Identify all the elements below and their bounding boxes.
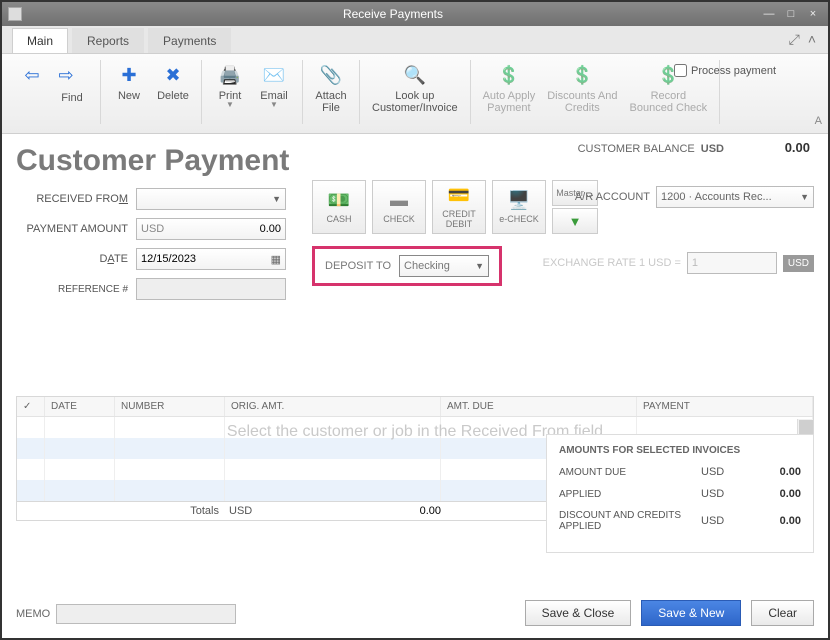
- payment-amount-field[interactable]: USD0.00: [136, 218, 286, 240]
- ar-account-label: A/R ACCOUNT: [575, 191, 650, 203]
- card-icon: 💳: [448, 185, 470, 206]
- exchange-rate-field: 1: [687, 252, 777, 274]
- new-button[interactable]: ✚New: [107, 60, 151, 104]
- pm-more[interactable]: ▼: [552, 208, 598, 234]
- pm-check[interactable]: ▬CHECK: [372, 180, 426, 234]
- collapse-ribbon-icon[interactable]: ˄: [808, 31, 816, 48]
- pm-echeck[interactable]: 🖥️e-CHECK: [492, 180, 546, 234]
- totals-label: Totals: [17, 505, 225, 517]
- calendar-icon[interactable]: ▦: [271, 253, 281, 266]
- monitor-icon: 🖥️: [508, 190, 530, 211]
- find-button[interactable]: Find: [50, 90, 94, 106]
- add-time-costs[interactable]: A: [815, 115, 822, 127]
- cash-icon: 💵: [328, 190, 350, 211]
- col-orig[interactable]: ORIG. AMT.: [225, 397, 441, 416]
- col-date[interactable]: DATE: [45, 397, 115, 416]
- attach-file-button[interactable]: 📎AttachFile: [309, 60, 353, 116]
- find-next-button[interactable]: ⇨: [44, 60, 88, 92]
- customer-balance-value: 0.00: [730, 140, 810, 155]
- summary-panel: AMOUNTS FOR SELECTED INVOICES AMOUNT DUE…: [546, 434, 814, 553]
- lookup-customer-button[interactable]: 🔍Look upCustomer/Invoice: [366, 60, 464, 116]
- customer-balance-label: CUSTOMER BALANCE: [578, 143, 695, 155]
- summary-header: AMOUNTS FOR SELECTED INVOICES: [559, 445, 801, 456]
- save-new-button[interactable]: Save & New: [641, 600, 741, 626]
- deposit-to-label: DEPOSIT TO: [325, 260, 391, 272]
- process-payment-checkbox[interactable]: [674, 64, 687, 77]
- col-number[interactable]: NUMBER: [115, 397, 225, 416]
- chevron-down-icon: ▼: [569, 214, 582, 229]
- col-check[interactable]: ✓: [17, 397, 45, 416]
- expand-icon[interactable]: ⤢: [789, 31, 800, 48]
- find-label: Find: [61, 92, 82, 104]
- pm-cash[interactable]: 💵CASH: [312, 180, 366, 234]
- col-due[interactable]: AMT. DUE: [441, 397, 637, 416]
- deposit-to-dropdown[interactable]: Checking▼: [399, 255, 489, 277]
- process-payment-label: Process payment: [691, 65, 776, 77]
- delete-button[interactable]: ✖Delete: [151, 60, 195, 104]
- received-from-label: RECEIVED FROM: [16, 193, 136, 205]
- save-close-button[interactable]: Save & Close: [525, 600, 632, 626]
- window-icon: [8, 7, 22, 21]
- date-label: DATE: [16, 253, 136, 265]
- col-payment[interactable]: PAYMENT: [637, 397, 813, 416]
- auto-apply-button[interactable]: 💲Auto ApplyPayment: [477, 60, 542, 116]
- payment-amount-label: PAYMENT AMOUNT: [16, 223, 136, 235]
- exchange-currency-badge: USD: [783, 255, 814, 272]
- tab-payments[interactable]: Payments: [148, 28, 231, 53]
- tab-reports[interactable]: Reports: [72, 28, 144, 53]
- print-button[interactable]: 🖨️Print▼: [208, 60, 252, 111]
- clear-button[interactable]: Clear: [751, 600, 814, 626]
- window-title: Receive Payments: [26, 7, 760, 21]
- email-button[interactable]: ✉️Email▼: [252, 60, 296, 111]
- check-icon: ▬: [390, 190, 408, 211]
- memo-field[interactable]: [56, 604, 236, 624]
- reference-label: REFERENCE #: [16, 284, 136, 295]
- maximize-button[interactable]: □: [782, 7, 800, 21]
- discounts-credits-button[interactable]: 💲Discounts AndCredits: [541, 60, 623, 116]
- exchange-rate-label: EXCHANGE RATE 1 USD =: [543, 257, 681, 269]
- reference-field[interactable]: [136, 278, 286, 300]
- pm-credit[interactable]: 💳CREDITDEBIT: [432, 180, 486, 234]
- minimize-button[interactable]: —: [760, 7, 778, 21]
- ar-account-dropdown[interactable]: 1200 · Accounts Rec...▼: [656, 186, 814, 208]
- tab-main[interactable]: Main: [12, 28, 68, 53]
- date-field[interactable]: 12/15/2023▦: [136, 248, 286, 270]
- total-orig: 0.00: [253, 505, 441, 517]
- close-button[interactable]: ×: [804, 7, 822, 21]
- received-from-dropdown[interactable]: ▼: [136, 188, 286, 210]
- memo-label: MEMO: [16, 608, 50, 620]
